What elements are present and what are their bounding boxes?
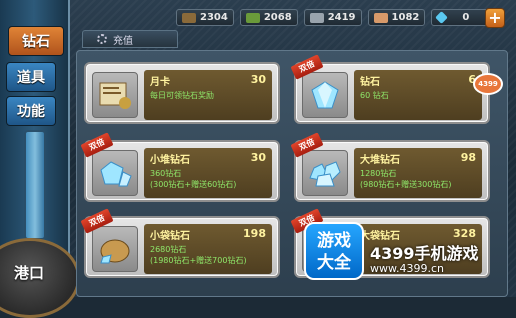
item-desc: 60 钻石 [360,91,389,100]
tab-items[interactable]: 道具 [6,62,56,92]
item-price: 198 [243,227,266,240]
item-desc: 360钻石 (300钻石+赠送60钻石) [150,169,237,189]
tab-functions[interactable]: 功能 [6,96,56,126]
shop-item-small-bag[interactable]: 双倍 小袋钻石 198 2680钻石 (1980钻石+赠送700钻石) [80,208,280,278]
tab-diamonds[interactable]: 钻石 [8,26,64,56]
resource-diamond: 0 [431,9,491,26]
harbor-label: 港口 [14,264,45,282]
gear-icon [97,34,107,44]
diamond-pile-large-icon [302,150,348,196]
item-desc: 2680钻石 (1980钻石+赠送700钻石) [150,245,247,265]
item-name: 月卡 [150,77,170,88]
item-price: 328 [453,227,476,240]
shop-item-diamond[interactable]: 双倍 钻石 6 60 钻石 [290,54,490,124]
steel-icon [309,12,324,23]
recharge-tab-label: 充值 [113,35,133,47]
shop-item-large-pile[interactable]: 双倍 大堆钻石 98 1280钻石 (980钻石+赠送300钻石) [290,132,490,202]
item-price: 30 [250,151,266,164]
resource-oil: 2068 [239,9,298,26]
diamond-bag-small-icon [92,226,138,272]
watermark-logo: 游戏 大全 [304,222,364,280]
shop-item-small-pile[interactable]: 双倍 小堆钻石 30 360钻石 (300钻石+赠送60钻石) [80,132,280,202]
oil-icon [245,12,260,23]
item-name: 小堆钻石 [150,155,190,166]
item-name: 大堆钻石 [360,155,400,166]
monthly-card-icon [92,72,138,118]
item-name: 小袋钻石 [150,231,190,242]
item-desc: 1280钻石 (980钻石+赠送300钻石) [360,169,452,189]
diamond-icon [435,11,449,24]
rail-decoration [24,130,46,240]
item-desc: 每日可领钻石奖励 [150,91,214,100]
item-price: 98 [460,151,476,164]
food-icon [373,12,388,23]
resource-wood: 2304 [176,9,234,26]
shop-item-monthly-card[interactable]: 月卡 30 每日可领钻石奖励 [84,62,280,124]
wood-icon [182,12,196,23]
item-price: 30 [250,73,266,86]
diamond-pile-small-icon [92,150,138,196]
add-diamonds-button[interactable]: + [485,8,505,28]
watermark-site-name: 4399手机游戏 [370,244,479,263]
watermark-corner-logo: 4399 [473,73,503,95]
recharge-tab[interactable]: 充值 [82,30,178,48]
watermark-site-url: www.4399.cn [370,262,444,275]
diamond-icon [302,72,348,118]
resource-bar: 2304 2068 2419 1082 0 [176,9,491,26]
resource-steel: 2419 [303,9,362,26]
item-name: 钻石 [360,77,380,88]
resource-food: 1082 [367,9,426,26]
